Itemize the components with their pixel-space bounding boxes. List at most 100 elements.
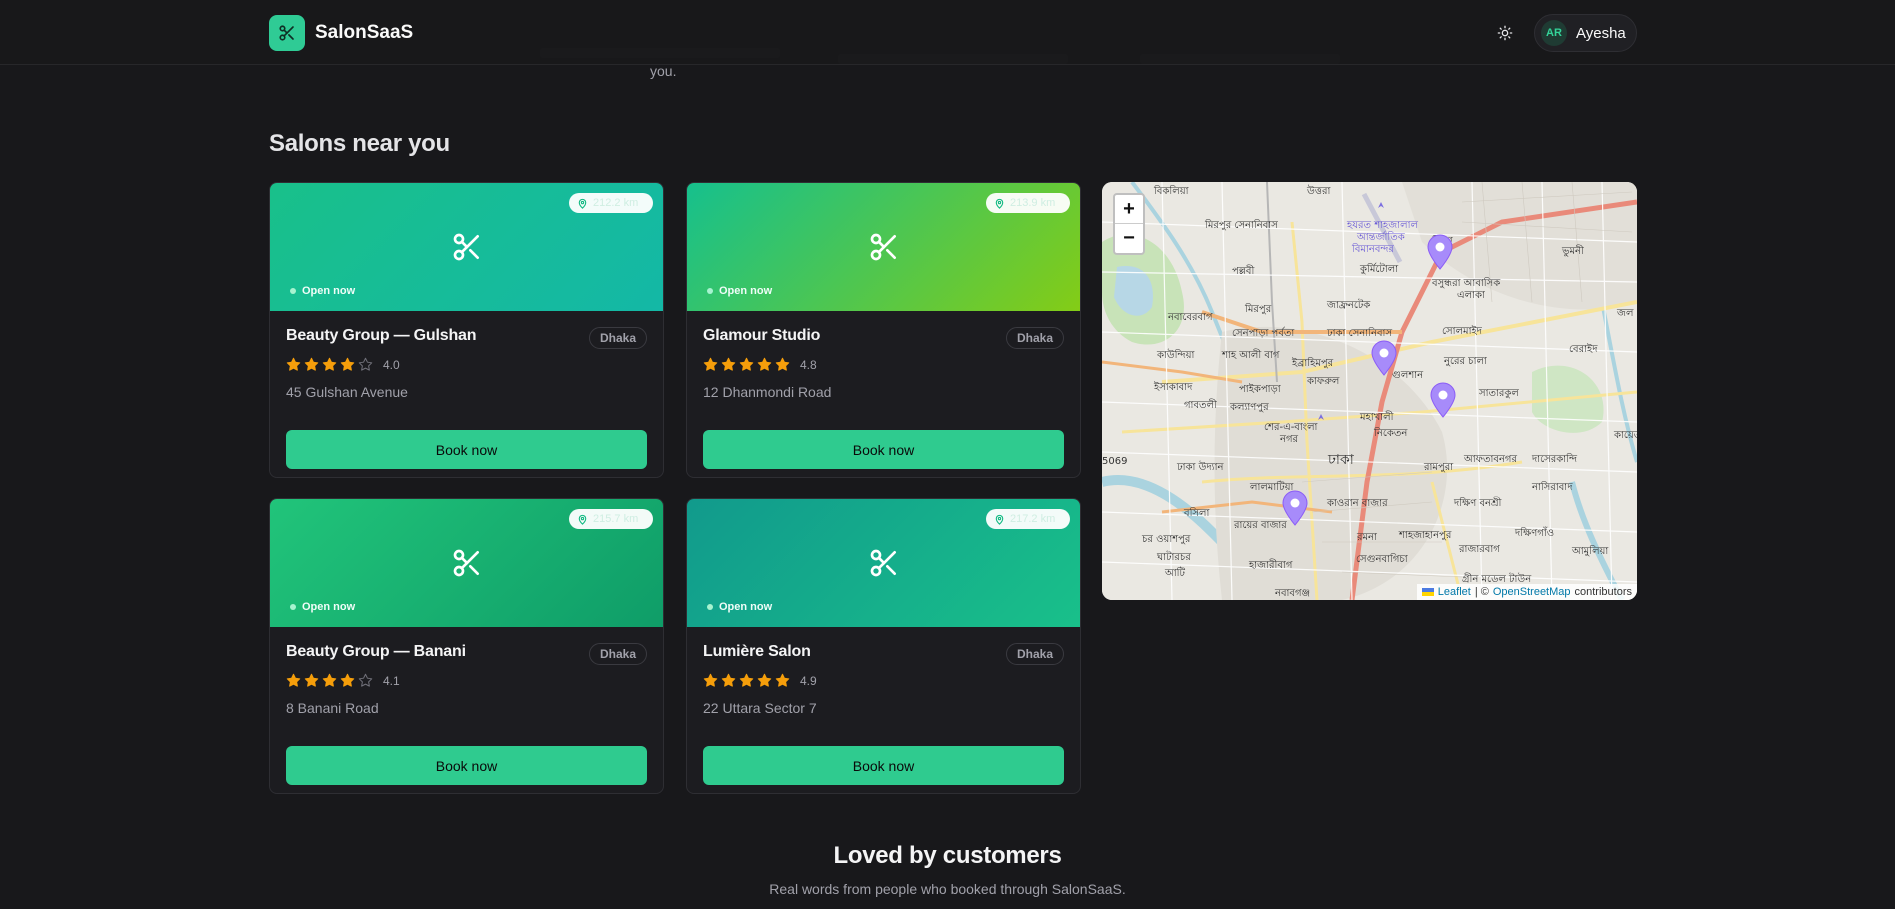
- rating: 4.8: [703, 357, 1064, 372]
- status-dot: [290, 604, 296, 610]
- map-place-label: বেরাইদ: [1569, 343, 1598, 355]
- salon-card-body: Beauty Group — Banani Dhaka 4.1 8 Banani…: [270, 627, 663, 785]
- map-place-label: নাসিরাবাদ: [1531, 481, 1573, 493]
- salon-card[interactable]: 217.2 km Open now Lumière Salon Dhaka 4.…: [686, 498, 1081, 794]
- salon-card[interactable]: 213.9 km Open now Glamour Studio Dhaka 4…: [686, 182, 1081, 478]
- star-filled-icon: [739, 357, 754, 371]
- scissors-icon: [453, 233, 479, 261]
- testimonials-subtitle: Real words from people who booked throug…: [769, 881, 1126, 897]
- city-badge: Dhaka: [588, 327, 647, 349]
- map-place-label: কাউন্দিয়া: [1156, 348, 1195, 361]
- map-place-label: 5069: [1102, 456, 1127, 467]
- map-place-label: পাইকপাড়া: [1239, 383, 1282, 395]
- map-place-label: বিমানবন্দর: [1351, 243, 1394, 255]
- rating-value: 4.1: [383, 673, 400, 688]
- distance-badge: 215.7 km: [569, 509, 653, 529]
- map-place-label: শের-এ-বাংলা: [1264, 422, 1319, 433]
- distance-badge: 213.9 km: [986, 193, 1070, 213]
- map-place-label: ভুমনী: [1561, 244, 1584, 257]
- map-marker-icon[interactable]: [1370, 340, 1398, 376]
- rating-value: 4.8: [800, 357, 817, 372]
- distance-text: 212.2 km: [593, 197, 639, 209]
- city-badge: Dhaka: [1005, 643, 1064, 665]
- book-now-button[interactable]: Book now: [703, 430, 1064, 469]
- map-place-label: জল: [1616, 308, 1634, 319]
- map-place-label: কায়েত: [1613, 430, 1637, 441]
- map-place-label: শাহ আলী বাগ: [1221, 348, 1280, 361]
- open-status: Open now: [707, 601, 772, 613]
- map-place-label: রায়ের বাজার: [1233, 520, 1287, 531]
- rating: 4.9: [703, 673, 1064, 688]
- map-place-label: মিরপুর সেনানিবাস: [1204, 219, 1278, 231]
- open-status: Open now: [290, 601, 355, 613]
- salon-card[interactable]: 212.2 km Open now Beauty Group — Gulshan…: [269, 182, 664, 478]
- star-filled-icon: [304, 673, 319, 687]
- star-filled-icon: [322, 673, 337, 687]
- zoom-in-button[interactable]: +: [1115, 195, 1143, 224]
- star-filled-icon: [703, 357, 718, 371]
- map-place-label: বিকলিয়া: [1153, 185, 1190, 197]
- user-name: Ayesha: [1576, 24, 1626, 42]
- map-place-label: এলাকা: [1457, 290, 1486, 301]
- rating-value: 4.9: [800, 673, 817, 688]
- salon-card[interactable]: 215.7 km Open now Beauty Group — Banani …: [269, 498, 664, 794]
- leaflet-link[interactable]: Leaflet: [1438, 586, 1471, 598]
- salon-card-body: Beauty Group — Gulshan Dhaka 4.0 45 Guls…: [270, 311, 663, 469]
- brand[interactable]: SalonSaaS: [269, 15, 413, 51]
- map-place-label: উত্তরা: [1306, 184, 1331, 197]
- map-place-label: ঘাটারচর: [1156, 550, 1191, 563]
- testimonials-title: Loved by customers: [833, 842, 1062, 869]
- map-marker-icon[interactable]: [1429, 382, 1457, 418]
- star-filled-icon: [703, 673, 718, 687]
- book-now-button[interactable]: Book now: [286, 746, 647, 785]
- star-filled-icon: [304, 357, 319, 371]
- salon-map[interactable]: বিকলিয়া উত্তরা মিরপুর সেনানিবাস হযরত শাহজ…: [1102, 182, 1637, 600]
- map-attribution: Leaflet | © OpenStreetMap contributors: [1416, 584, 1637, 600]
- openstreetmap-link[interactable]: OpenStreetMap: [1493, 586, 1571, 598]
- salon-card-hero: 213.9 km Open now: [687, 183, 1080, 311]
- star-filled-icon: [775, 673, 790, 687]
- map-place-label: নবাবগঞ্জ: [1274, 588, 1310, 599]
- star-filled-icon: [757, 357, 772, 371]
- map-place-label: নবাবেরবাগ: [1167, 312, 1213, 323]
- status-dot: [707, 604, 713, 610]
- open-status: Open now: [707, 285, 772, 297]
- map-place-label: চর ওয়াশপুর: [1141, 534, 1191, 545]
- map-pin-icon: [578, 514, 587, 525]
- map-zoom-control: + −: [1113, 193, 1145, 255]
- salons-section-title: Salons near you: [269, 130, 450, 157]
- salon-address: 45 Gulshan Avenue: [286, 384, 408, 400]
- book-now-button[interactable]: Book now: [703, 746, 1064, 785]
- user-menu-button[interactable]: AR Ayesha: [1534, 14, 1637, 52]
- zoom-out-button[interactable]: −: [1115, 224, 1143, 253]
- rating-value: 4.0: [383, 357, 400, 372]
- city-badge: Dhaka: [1005, 327, 1064, 349]
- status-dot: [290, 288, 296, 294]
- map-marker-icon[interactable]: [1426, 234, 1454, 270]
- map-place-label: ইসাকাবাদ: [1153, 381, 1193, 393]
- open-status-label: Open now: [302, 601, 356, 613]
- scissors-icon: [453, 549, 479, 577]
- star-rating: [703, 673, 790, 688]
- map-place-label: ঢাকা সেনানিবাস: [1326, 327, 1392, 339]
- map-place-label: রমনা: [1356, 532, 1378, 543]
- star-rating: [286, 357, 373, 372]
- star-filled-icon: [757, 673, 772, 687]
- map-place-label: কাফরুল: [1306, 376, 1340, 387]
- map-place-label: ঢাকা: [1327, 452, 1355, 468]
- scissors-icon: [269, 15, 305, 51]
- star-empty-icon: [358, 357, 373, 371]
- map-place-label: হাজারীবাগ: [1248, 558, 1293, 571]
- map-place-label: ইব্রাহিমপুর: [1291, 357, 1334, 369]
- map-marker-icon[interactable]: [1281, 490, 1309, 526]
- map-place-label: সাতারকুল: [1478, 388, 1519, 399]
- distance-badge: 212.2 km: [569, 193, 653, 213]
- theme-toggle-button[interactable]: [1494, 22, 1516, 44]
- map-place-label: কল্যাণপুর: [1229, 402, 1269, 413]
- map-place-label: কুর্মিটোলা: [1359, 262, 1399, 275]
- map-place-label: হযরত শাহজালাল: [1346, 220, 1418, 231]
- map-tiles[interactable]: বিকলিয়া উত্তরা মিরপুর সেনানিবাস হযরত শাহজ…: [1102, 182, 1637, 600]
- scissors-icon: [870, 233, 896, 261]
- book-now-button[interactable]: Book now: [286, 430, 647, 469]
- distance-text: 215.7 km: [593, 513, 639, 525]
